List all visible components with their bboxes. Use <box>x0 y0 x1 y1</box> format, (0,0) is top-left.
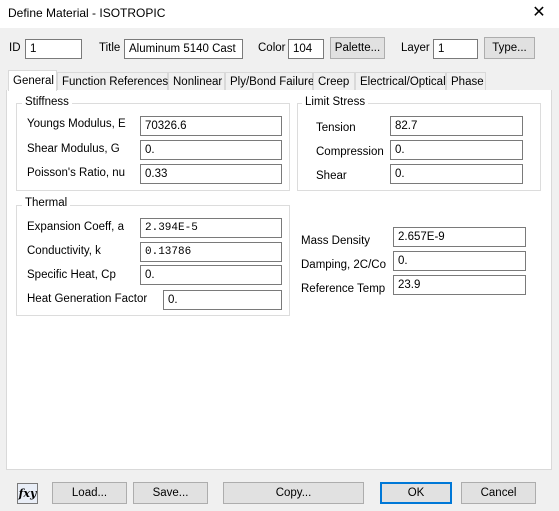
title-label: Title <box>99 42 121 54</box>
conductivity-input[interactable] <box>140 242 282 262</box>
limit-shear-input[interactable] <box>390 164 523 184</box>
cancel-button[interactable]: Cancel <box>461 482 536 504</box>
load-button[interactable]: Load... <box>52 482 127 504</box>
reference-temp-input[interactable] <box>393 275 526 295</box>
specific-heat-input[interactable] <box>140 265 282 285</box>
conductivity-label: Conductivity, k <box>27 245 101 257</box>
color-label: Color <box>258 42 286 54</box>
layer-label: Layer <box>401 42 430 54</box>
tab-function-references[interactable]: Function References <box>57 72 168 90</box>
tab-phase[interactable]: Phase <box>446 72 486 90</box>
youngs-modulus-label: Youngs Modulus, E <box>27 118 126 130</box>
reference-temp-label: Reference Temp <box>301 283 386 295</box>
copy-button[interactable]: Copy... <box>223 482 364 504</box>
close-icon[interactable]: ✕ <box>527 3 551 23</box>
window-title: Define Material - ISOTROPIC <box>8 6 166 20</box>
layer-input[interactable] <box>433 39 478 59</box>
mass-density-input[interactable] <box>393 227 526 247</box>
id-input[interactable] <box>25 39 82 59</box>
limit-stress-title: Limit Stress <box>302 96 369 108</box>
color-input[interactable] <box>288 39 324 59</box>
tab-creep[interactable]: Creep <box>313 72 355 90</box>
damping-input[interactable] <box>393 251 526 271</box>
tension-input[interactable] <box>390 116 523 136</box>
poissons-ratio-label: Poisson's Ratio, nu <box>27 167 126 179</box>
type-button[interactable]: Type... <box>484 37 535 59</box>
tension-label: Tension <box>316 122 356 134</box>
shear-modulus-input[interactable] <box>140 140 282 160</box>
shear-modulus-label: Shear Modulus, G <box>27 143 120 155</box>
tab-ply-bond-failure[interactable]: Ply/Bond Failure <box>225 72 314 90</box>
tab-electrical-optical[interactable]: Electrical/Optical <box>355 72 446 90</box>
heat-generation-input[interactable] <box>163 290 282 310</box>
stiffness-title: Stiffness <box>22 96 72 108</box>
heat-generation-label: Heat Generation Factor <box>27 293 148 305</box>
palette-button[interactable]: Palette... <box>330 37 385 59</box>
mass-density-label: Mass Density <box>301 235 371 247</box>
title-input[interactable] <box>124 39 243 59</box>
limit-shear-label: Shear <box>316 170 347 182</box>
compression-input[interactable] <box>390 140 523 160</box>
youngs-modulus-input[interactable] <box>140 116 282 136</box>
expansion-coeff-input[interactable] <box>140 218 282 238</box>
save-button[interactable]: Save... <box>133 482 208 504</box>
thermal-title: Thermal <box>22 197 71 209</box>
ok-button[interactable]: OK <box>380 482 452 504</box>
specific-heat-label: Specific Heat, Cp <box>27 269 116 281</box>
function-fxy-icon[interactable]: fxy <box>17 483 38 504</box>
compression-label: Compression <box>316 146 384 158</box>
expansion-coeff-label: Expansion Coeff, a <box>27 221 124 233</box>
id-label: ID <box>9 42 21 54</box>
poissons-ratio-input[interactable] <box>140 164 282 184</box>
tab-general[interactable]: General <box>8 70 57 91</box>
tab-nonlinear[interactable]: Nonlinear <box>168 72 225 90</box>
damping-label: Damping, 2C/Co <box>301 259 387 271</box>
